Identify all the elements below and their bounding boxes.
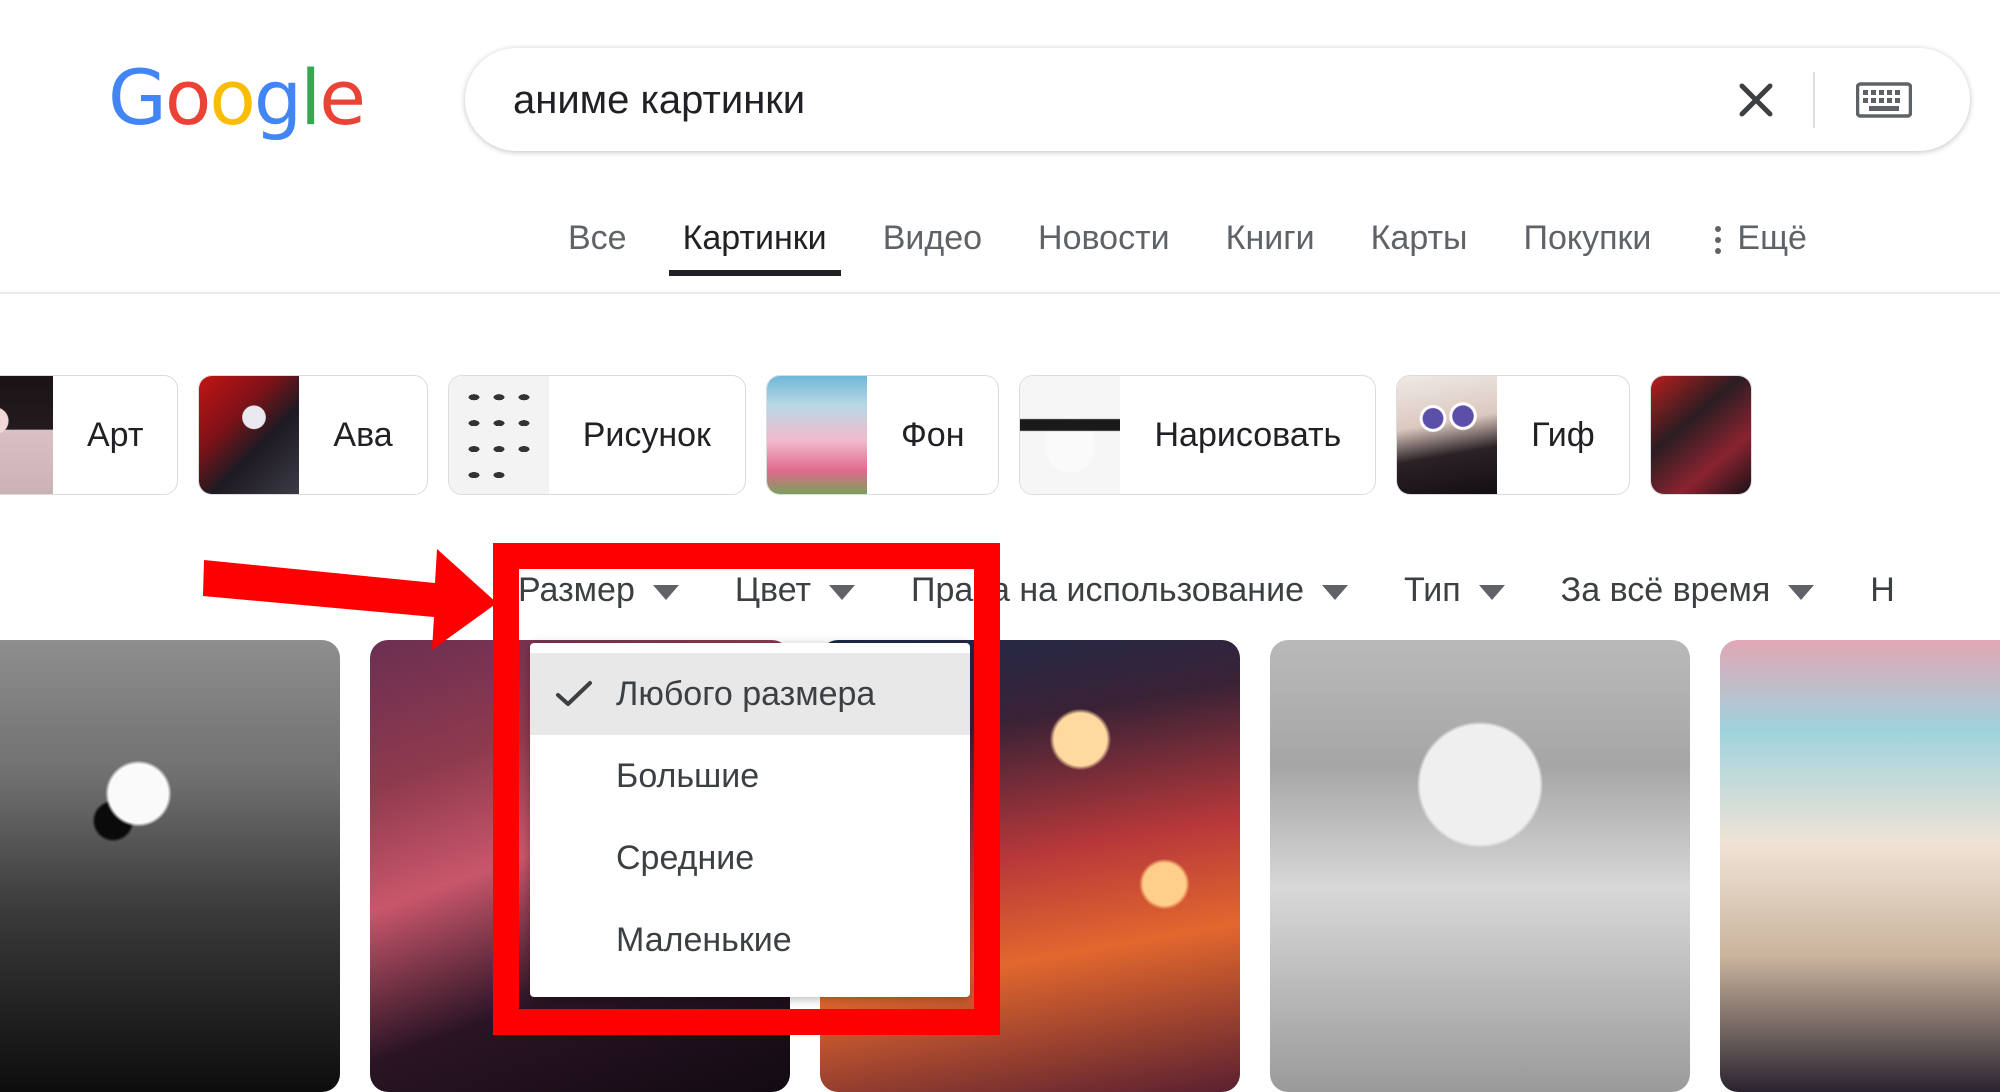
chip-art[interactable]: Арт bbox=[0, 375, 179, 495]
image-results-grid bbox=[0, 640, 2000, 1092]
chip-label: Гиф bbox=[1531, 415, 1595, 454]
dropdown-item-large[interactable]: Большие bbox=[530, 735, 970, 817]
chevron-down-icon bbox=[652, 585, 679, 600]
chevron-down-icon bbox=[1478, 585, 1505, 600]
dropdown-item-small[interactable]: Маленькие bbox=[530, 899, 970, 981]
search-bar[interactable]: аниме картинки bbox=[465, 48, 1970, 151]
filter-color[interactable]: Цвет bbox=[707, 571, 883, 610]
dropdown-item-label: Средние bbox=[616, 838, 755, 877]
filter-next-partial[interactable]: Н bbox=[1842, 571, 1923, 610]
filter-label: Размер bbox=[518, 570, 635, 609]
chip-narisovat[interactable]: Нарисовать bbox=[1019, 375, 1377, 495]
tab-maps[interactable]: Карты bbox=[1343, 196, 1496, 270]
chip-next-partial[interactable] bbox=[1649, 375, 1752, 495]
search-divider bbox=[1813, 72, 1815, 128]
chip-gif[interactable]: Гиф bbox=[1396, 375, 1630, 495]
filter-label: Цвет bbox=[734, 570, 812, 609]
chip-thumbnail bbox=[0, 376, 53, 494]
tab-video[interactable]: Видео bbox=[855, 196, 1010, 270]
chip-thumbnail bbox=[766, 376, 867, 494]
filter-label: Права на использование bbox=[911, 570, 1304, 609]
logo-letter-o2: o bbox=[209, 53, 255, 142]
more-vert-icon bbox=[1715, 222, 1722, 254]
chip-label: Ава bbox=[333, 415, 393, 454]
dropdown-item-label: Большие bbox=[616, 756, 760, 795]
filter-label: Тип bbox=[1403, 570, 1461, 609]
logo-letter-e: e bbox=[319, 53, 366, 142]
image-result[interactable] bbox=[0, 640, 340, 1092]
tab-books[interactable]: Книги bbox=[1198, 196, 1343, 270]
tab-label: Покупки bbox=[1523, 219, 1652, 257]
filter-time[interactable]: За всё время bbox=[1533, 571, 1843, 610]
filter-usage-rights[interactable]: Права на использование bbox=[883, 571, 1376, 610]
image-filter-bar: Размер Цвет Права на использование Тип З… bbox=[0, 548, 2000, 632]
tab-images[interactable]: Картинки bbox=[655, 196, 855, 276]
size-filter-dropdown[interactable]: Любого размера Большие Средние Маленькие bbox=[530, 643, 970, 997]
chip-label: Рисунок bbox=[582, 415, 711, 454]
chip-thumbnail bbox=[1650, 376, 1751, 494]
chip-thumbnail bbox=[1020, 376, 1121, 494]
filter-label: Н bbox=[1870, 570, 1895, 609]
page-header: Google аниме картинки bbox=[0, 0, 2000, 200]
tab-more[interactable]: Ещё bbox=[1679, 196, 1817, 258]
dropdown-item-label: Маленькие bbox=[616, 920, 792, 959]
google-logo[interactable]: Google bbox=[108, 60, 366, 136]
filter-size[interactable]: Размер bbox=[0, 571, 707, 610]
tab-label: Ещё bbox=[1737, 219, 1807, 257]
tab-label: Книги bbox=[1225, 219, 1315, 257]
keyboard-icon[interactable] bbox=[1856, 80, 1912, 120]
logo-letter-g2: g bbox=[253, 53, 302, 142]
close-icon[interactable] bbox=[1732, 76, 1780, 124]
dropdown-item-any-size[interactable]: Любого размера bbox=[530, 653, 970, 735]
chevron-down-icon bbox=[1788, 585, 1815, 600]
filter-type[interactable]: Тип bbox=[1376, 571, 1533, 610]
logo-letter-l: l bbox=[300, 53, 321, 142]
logo-letter-o1: o bbox=[164, 53, 211, 142]
chip-label: Арт bbox=[87, 415, 144, 454]
chip-ava[interactable]: Ава bbox=[198, 375, 428, 495]
related-search-chips: Арт Ава Рисунок Фон Нарисовать Гиф bbox=[0, 350, 2000, 520]
tab-label: Картинки bbox=[682, 219, 827, 257]
check-icon bbox=[554, 679, 616, 709]
chip-risunok[interactable]: Рисунок bbox=[447, 375, 746, 495]
chevron-down-icon bbox=[1321, 585, 1348, 600]
dropdown-item-medium[interactable]: Средние bbox=[530, 817, 970, 899]
filter-label: За всё время bbox=[1560, 570, 1771, 609]
search-tabs-bar: Все Картинки Видео Новости Книги Карты П… bbox=[0, 196, 2000, 294]
chip-label: Нарисовать bbox=[1154, 415, 1342, 454]
tab-label: Карты bbox=[1370, 219, 1468, 257]
tab-shopping[interactable]: Покупки bbox=[1496, 196, 1680, 270]
image-result[interactable] bbox=[1270, 640, 1690, 1092]
tab-all[interactable]: Все bbox=[540, 196, 655, 270]
chevron-down-icon bbox=[829, 585, 856, 600]
search-tabs: Все Картинки Видео Новости Книги Карты П… bbox=[540, 196, 1817, 292]
chip-thumbnail bbox=[1397, 376, 1498, 494]
search-input[interactable]: аниме картинки bbox=[513, 76, 805, 124]
dropdown-item-label: Любого размера bbox=[616, 674, 876, 713]
tab-news[interactable]: Новости bbox=[1010, 196, 1198, 270]
tab-label: Видео bbox=[882, 219, 983, 257]
image-result[interactable] bbox=[1720, 640, 2000, 1092]
chip-label: Фон bbox=[900, 415, 965, 454]
tab-label: Все bbox=[568, 219, 627, 257]
logo-letter-g: G bbox=[108, 53, 167, 142]
chip-thumbnail bbox=[448, 376, 549, 494]
chip-thumbnail bbox=[199, 376, 300, 494]
tab-label: Новости bbox=[1038, 219, 1170, 257]
chip-fon[interactable]: Фон bbox=[765, 375, 1000, 495]
